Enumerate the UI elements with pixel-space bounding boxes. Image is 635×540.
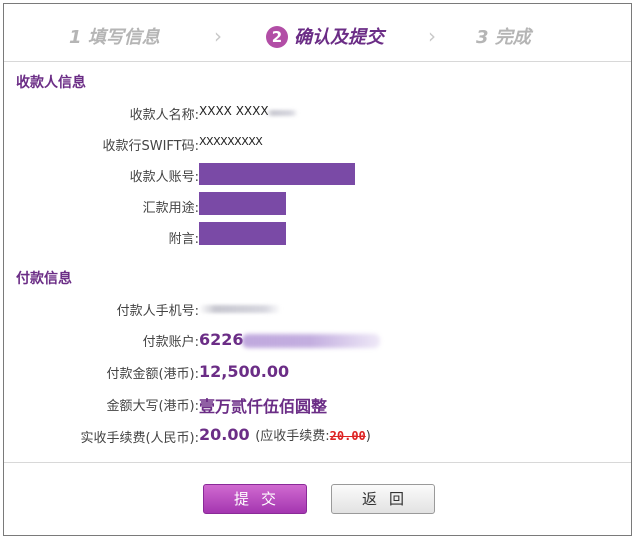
- purpose-label: 汇款用途:: [142, 201, 199, 216]
- fee-note-suffix: ): [365, 429, 371, 444]
- step-3-number: 3: [476, 27, 489, 48]
- payee-name-value: XXXX XXXX: [199, 104, 269, 118]
- payee-section-title: 收款人信息: [16, 75, 86, 91]
- transfer-confirm-panel: 1 填写信息 › 2 确认及提交 › 3 完成 收款人信息 收款人名称: XXXX…: [3, 3, 632, 536]
- remark-label: 附言:: [168, 232, 199, 247]
- payer-section-title: 付款信息: [16, 271, 72, 287]
- payee-account-label: 收款人账号:: [129, 170, 199, 185]
- step-2: 2 确认及提交: [266, 23, 384, 49]
- masked-text: [266, 110, 298, 116]
- step-3-label: 完成: [494, 27, 531, 48]
- step-1: 1 填写信息: [69, 23, 160, 49]
- payer-phone-label: 付款人手机号:: [116, 304, 199, 319]
- masked-phone: [199, 305, 281, 313]
- amount-words-label: 金额大写(港币):: [106, 399, 199, 414]
- payer-account-prefix: 6226: [199, 330, 244, 349]
- back-button[interactable]: 返回: [331, 484, 435, 514]
- payment-amount-value: 12,500.00: [199, 362, 290, 381]
- masked-account-number: [242, 334, 380, 348]
- step-2-number: 2: [266, 26, 288, 48]
- step-indicator: 1 填写信息 › 2 确认及提交 › 3 完成: [4, 4, 631, 62]
- fee-note-prefix: (应收手续费:: [255, 429, 330, 444]
- purpose-redacted: [199, 192, 286, 215]
- fee-value: 20.00: [199, 425, 250, 444]
- payer-account-label: 付款账户:: [142, 335, 199, 350]
- step-3: 3 完成: [476, 23, 531, 49]
- submit-button[interactable]: 提交: [203, 484, 307, 514]
- fee-label: 实收手续费(人民币):: [80, 431, 199, 446]
- fee-original: 20.00: [329, 429, 366, 443]
- swift-code-value: XXXXXXXXX: [199, 135, 263, 148]
- remark-redacted: [199, 222, 286, 245]
- chevron-right-icon: ›: [214, 24, 222, 48]
- step-1-label: 填写信息: [87, 27, 160, 48]
- footer-divider: [4, 462, 631, 463]
- step-1-number: 1: [69, 27, 82, 48]
- amount-words-value: 壹万贰仟伍佰圆整: [199, 397, 328, 416]
- step-2-label: 确认及提交: [294, 27, 384, 48]
- swift-code-label: 收款行SWIFT码:: [102, 139, 199, 154]
- payee-name-label: 收款人名称:: [129, 108, 199, 123]
- chevron-right-icon: ›: [428, 24, 436, 48]
- payment-amount-label: 付款金额(港币):: [106, 367, 199, 382]
- fee-row: 20.00 (应收手续费:20.00): [199, 425, 371, 444]
- payee-account-redacted: [199, 163, 355, 185]
